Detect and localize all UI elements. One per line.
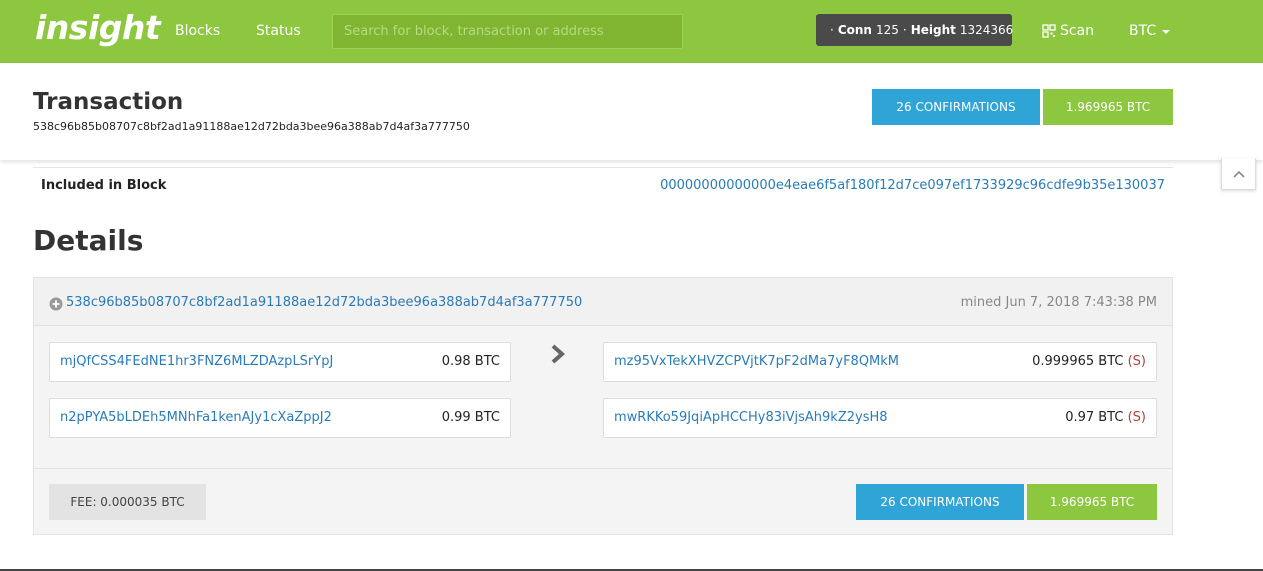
status-separator: · [830, 23, 834, 37]
output-amount: 0.97 BTC [1065, 410, 1124, 425]
transaction-id: 538c96b85b08707c8bf2ad1a91188ae12d72bda3… [33, 120, 470, 133]
plus-circle-icon[interactable] [49, 297, 63, 311]
search-box[interactable] [332, 14, 683, 49]
scan-link[interactable]: Scan [1042, 23, 1094, 39]
brand-logo[interactable]: insight [35, 8, 161, 47]
scroll-top-button[interactable] [1221, 158, 1256, 190]
divider [33, 167, 1173, 168]
output-address-link[interactable]: mwRKKo59JqiApHCCHy83iVjsAh9kZ2ysH8 [614, 410, 888, 425]
output-item: mz95VxTekXHVZCPVjtK7pF2dMa7yF8QMkM 0.999… [603, 342, 1157, 382]
connection-status-badge[interactable]: · Conn 125 · Height 1324366 [816, 14, 1014, 46]
output-value: 0.999965 BTC (S) [1032, 354, 1146, 369]
amount-badge: 1.969965 BTC [1043, 89, 1173, 125]
included-block-label: Included in Block [41, 178, 167, 193]
output-amount: 0.999965 BTC [1032, 354, 1124, 369]
page-title: Transaction [33, 89, 184, 115]
confirmations-badge: 26 CONFIRMATIONS [856, 484, 1024, 520]
output-value: 0.97 BTC (S) [1065, 410, 1146, 425]
spent-marker-link[interactable]: (S) [1128, 354, 1146, 369]
block-hash-link[interactable]: 00000000000000e4eae6f5af180f12d7ce097ef1… [660, 178, 1165, 193]
confirmations-badge: 26 CONFIRMATIONS [872, 89, 1040, 125]
transaction-panel-header: 538c96b85b08707c8bf2ad1a91188ae12d72bda3… [34, 278, 1172, 326]
chevron-up-icon [1232, 170, 1245, 178]
currency-label: BTC [1129, 23, 1157, 39]
input-value: 0.98 BTC [441, 354, 500, 369]
transaction-header: Transaction 538c96b85b08707c8bf2ad1a9118… [0, 63, 1263, 160]
conn-label: Conn [837, 23, 872, 37]
input-item: n2pPYA5bLDEh5MNhFa1kenAJy1cXaZppJ2 0.99 … [49, 398, 511, 438]
divider [34, 468, 1172, 469]
mined-timestamp: mined Jun 7, 2018 7:43:38 PM [960, 295, 1157, 310]
output-item: mwRKKo59JqiApHCCHy83iVjsAh9kZ2ysH8 0.97 … [603, 398, 1157, 438]
chevron-right-icon [551, 344, 566, 364]
status-separator: · [902, 23, 907, 37]
input-address-link[interactable]: mjQfCSS4FEdNE1hr3FNZ6MLZDAzpLSrYpJ [60, 354, 333, 369]
input-value: 0.99 BTC [441, 410, 500, 425]
currency-dropdown[interactable]: BTC [1129, 23, 1171, 39]
caret-down-icon [1162, 30, 1171, 34]
details-heading: Details [33, 224, 144, 257]
input-address-link[interactable]: n2pPYA5bLDEh5MNhFa1kenAJy1cXaZppJ2 [60, 410, 332, 425]
height-label: Height [910, 23, 956, 37]
fee-badge: FEE: 0.000035 BTC [49, 484, 206, 520]
scan-label: Scan [1060, 23, 1095, 39]
spent-marker-link[interactable]: (S) [1128, 410, 1146, 425]
transaction-panel: 538c96b85b08707c8bf2ad1a91188ae12d72bda3… [33, 277, 1173, 535]
search-input[interactable] [333, 15, 682, 48]
conn-value: 125 [875, 23, 899, 37]
input-item: mjQfCSS4FEdNE1hr3FNZ6MLZDAzpLSrYpJ 0.98 … [49, 342, 511, 382]
amount-badge: 1.969965 BTC [1027, 484, 1157, 520]
output-address-link[interactable]: mz95VxTekXHVZCPVjtK7pF2dMa7yF8QMkM [614, 354, 899, 369]
transaction-link[interactable]: 538c96b85b08707c8bf2ad1a91188ae12d72bda3… [66, 295, 582, 310]
nav-link-blocks[interactable]: Blocks [175, 23, 220, 39]
scan-icon [1042, 24, 1056, 38]
height-value: 1324366 [959, 23, 1014, 37]
nav-link-status[interactable]: Status [256, 23, 301, 39]
top-navbar: insight Blocks Status · Conn 125 · Heigh… [0, 0, 1263, 63]
